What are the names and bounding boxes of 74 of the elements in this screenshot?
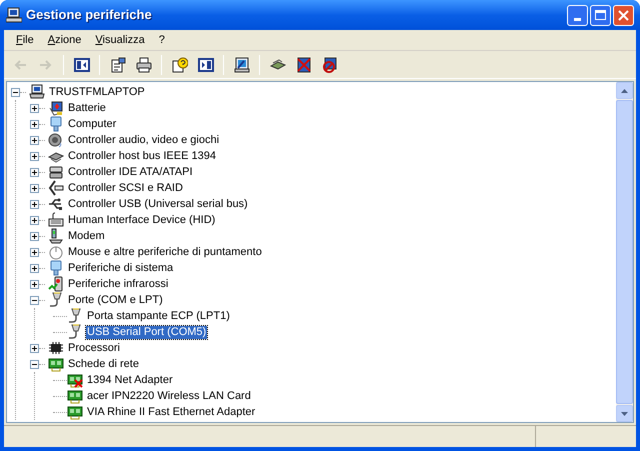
expand-icon[interactable] bbox=[30, 248, 39, 256]
menu-item[interactable]: ? bbox=[152, 30, 171, 50]
tree-item[interactable]: Controller USB (Universal serial bus) bbox=[67, 198, 249, 210]
disable-device-icon[interactable] bbox=[322, 56, 338, 72]
port-icon bbox=[48, 292, 64, 308]
pane-icon[interactable] bbox=[198, 56, 214, 72]
tree-item[interactable]: Controller IDE ATA/ATAPI bbox=[67, 166, 194, 178]
up-arrow-icon bbox=[621, 88, 628, 92]
modem-icon bbox=[48, 228, 64, 244]
menu-item[interactable]: Visualizza bbox=[89, 30, 151, 50]
expand-icon[interactable] bbox=[30, 184, 39, 192]
expand-icon[interactable] bbox=[30, 168, 39, 176]
tree-item[interactable]: Computer bbox=[67, 118, 118, 130]
scroll-up-button[interactable] bbox=[616, 82, 633, 99]
down-arrow-icon bbox=[621, 412, 628, 416]
menu-item[interactable]: Azione bbox=[42, 30, 88, 50]
tree-item[interactable]: VIA Rhine II Fast Ethernet Adapter bbox=[86, 406, 256, 418]
battery-icon bbox=[48, 100, 64, 116]
expand-icon[interactable] bbox=[30, 120, 39, 128]
tree-item[interactable]: acer IPN2220 Wireless LAN Card bbox=[86, 390, 252, 402]
properties-icon[interactable] bbox=[110, 56, 126, 72]
tree-item[interactable]: Modem bbox=[67, 230, 106, 242]
close-icon bbox=[618, 10, 629, 20]
usb-icon bbox=[48, 196, 64, 212]
expand-icon[interactable] bbox=[30, 152, 39, 160]
tree-item[interactable]: Periferiche infrarossi bbox=[67, 278, 170, 290]
window-title: Gestione periferiche bbox=[26, 6, 152, 24]
collapse-icon[interactable] bbox=[11, 88, 20, 96]
pane-icon[interactable] bbox=[74, 56, 90, 72]
printer-icon[interactable] bbox=[136, 56, 152, 72]
help-icon[interactable] bbox=[172, 56, 188, 72]
computer-icon bbox=[6, 7, 22, 23]
scsi-icon bbox=[48, 180, 64, 196]
tree-item[interactable]: Periferiche di sistema bbox=[67, 262, 174, 274]
port-icon bbox=[67, 324, 83, 340]
monitor-icon bbox=[48, 116, 64, 132]
collapse-icon[interactable] bbox=[30, 360, 39, 368]
tree-item[interactable]: Controller audio, video e giochi bbox=[67, 134, 220, 146]
tree-item[interactable]: Schede di rete bbox=[67, 358, 140, 370]
tree-item[interactable]: Porta stampante ECP (LPT1) bbox=[86, 310, 231, 322]
tree-item[interactable]: Mouse e altre periferiche di puntamento bbox=[67, 246, 263, 258]
scroll-down-button[interactable] bbox=[616, 405, 633, 422]
maximize-button[interactable] bbox=[590, 4, 611, 26]
expand-icon[interactable] bbox=[30, 264, 39, 272]
speaker-icon bbox=[48, 132, 64, 148]
expand-icon[interactable] bbox=[30, 344, 39, 352]
tree-item[interactable]: Batterie bbox=[67, 102, 107, 114]
collapse-icon[interactable] bbox=[30, 296, 39, 304]
keyboard-icon bbox=[48, 212, 64, 228]
tree-item[interactable]: Human Interface Device (HID) bbox=[67, 214, 216, 226]
expand-icon[interactable] bbox=[30, 232, 39, 240]
expand-icon[interactable] bbox=[30, 136, 39, 144]
chip-icon bbox=[48, 340, 64, 356]
expand-icon[interactable] bbox=[30, 216, 39, 224]
tree-item[interactable]: Controller host bus IEEE 1394 bbox=[67, 150, 217, 162]
tree-item[interactable]: TRUSTFMLAPTOP bbox=[48, 86, 146, 98]
monitor-icon bbox=[48, 260, 64, 276]
minimize-button[interactable] bbox=[567, 4, 588, 26]
port-icon bbox=[67, 308, 83, 324]
expand-icon[interactable] bbox=[30, 280, 39, 288]
tree-item[interactable]: Porte (COM e LPT) bbox=[67, 294, 164, 306]
expand-icon[interactable] bbox=[30, 104, 39, 112]
laptop-icon bbox=[29, 84, 45, 100]
expand-icon[interactable] bbox=[30, 200, 39, 208]
drive-icon bbox=[48, 164, 64, 180]
infrared-icon bbox=[48, 276, 64, 292]
close-button[interactable] bbox=[613, 4, 634, 26]
monitor-scan-icon[interactable] bbox=[234, 56, 250, 72]
tree-item[interactable]: USB Serial Port (COM5) bbox=[86, 326, 208, 338]
menu-item[interactable]: File bbox=[10, 30, 40, 50]
tree-item[interactable]: Processori bbox=[67, 342, 121, 354]
network-card-icon bbox=[48, 356, 64, 372]
tree-item[interactable]: Controller SCSI e RAID bbox=[67, 182, 184, 194]
uninstall-device-icon[interactable] bbox=[296, 56, 312, 72]
